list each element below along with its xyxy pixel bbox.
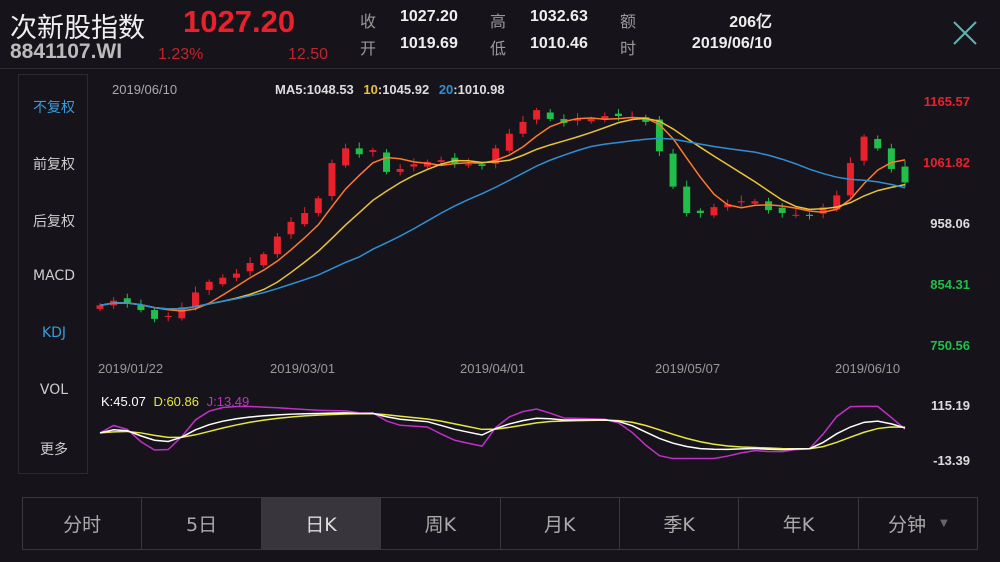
ma10-label: 10: [363, 82, 377, 97]
candle-body: [273, 236, 281, 255]
candle-body: [151, 310, 159, 319]
candle-body: [260, 254, 268, 266]
candle-body: [778, 207, 786, 214]
candle-body: [219, 277, 227, 285]
date-tick: 2019/03/01: [270, 361, 335, 376]
period-tabs: 分时 5日 日K 周K 月K 季K 年K 分钟 ▼: [22, 497, 978, 550]
candle-body: [751, 201, 759, 204]
candle-body: [437, 160, 445, 162]
candle-body: [505, 133, 513, 151]
candle-body: [355, 148, 363, 155]
ma5-label: MA5: [275, 82, 302, 97]
chevron-down-icon: ▼: [939, 518, 948, 529]
date-tick: 2019/05/07: [655, 361, 720, 376]
candle-body: [314, 198, 322, 214]
kdj-tick-low: -13.39: [933, 453, 970, 468]
candle-body: [396, 168, 404, 172]
candle-body: [860, 136, 868, 161]
ma10-value: :1045.92: [378, 82, 429, 97]
tab-intraday[interactable]: 分时: [23, 498, 143, 549]
price-tick: 958.06: [930, 216, 970, 231]
candle-body: [232, 273, 240, 278]
candle-body: [546, 112, 554, 119]
cursor-date: 2019/06/10: [112, 82, 177, 97]
tab-label: 年K: [782, 514, 815, 536]
candle-body: [887, 148, 895, 169]
tab-monthly-k[interactable]: 月K: [501, 498, 620, 549]
ma5-value: :1048.53: [302, 82, 353, 97]
tab-label: 分钟: [887, 514, 926, 536]
price-tick: 854.31: [930, 277, 970, 292]
j-line: [99, 405, 906, 460]
candle-body: [901, 166, 909, 183]
date-tick: 2019/06/10: [835, 361, 900, 376]
candle-body: [137, 305, 145, 311]
candle-body: [287, 221, 295, 235]
candle-body: [710, 207, 718, 216]
ma-legend: MA5:1048.53 10:1045.92 20:1010.98: [275, 82, 505, 97]
ma20-value: :1010.98: [453, 82, 504, 97]
ma20-label: 20: [439, 82, 453, 97]
candle-body: [205, 281, 213, 291]
candle-body: [328, 163, 336, 196]
tab-label: 月K: [543, 514, 576, 536]
d-line: [99, 412, 906, 450]
candle-body: [874, 138, 882, 149]
candle-body: [369, 150, 377, 152]
candle-body: [683, 186, 691, 214]
candle-body: [669, 153, 677, 187]
tab-label: 周K: [424, 514, 457, 536]
price-tick: 1165.57: [924, 94, 970, 109]
candle-body: [96, 305, 104, 309]
tab-minute[interactable]: 分钟 ▼: [859, 498, 977, 549]
candle-body: [383, 152, 391, 172]
tab-label: 5日: [186, 514, 218, 536]
tab-yearly-k[interactable]: 年K: [739, 498, 859, 549]
tab-label: 日K: [305, 514, 337, 536]
candle-body: [342, 148, 350, 166]
candle-body: [614, 113, 622, 117]
candle-body: [246, 263, 254, 272]
tab-label: 分时: [63, 514, 102, 536]
candle-body: [478, 164, 486, 167]
price-tick: 1061.82: [923, 155, 970, 170]
price-tick: 750.56: [930, 338, 970, 353]
candle-body: [696, 210, 704, 214]
kline-chart[interactable]: 2019/06/10 MA5:1048.53 10:1045.92 20:101…: [0, 0, 1000, 490]
candle-body: [410, 164, 418, 167]
candle-body: [192, 292, 200, 308]
tab-label: 季K: [663, 514, 695, 536]
candle-body: [464, 164, 472, 166]
tab-daily-k[interactable]: 日K: [261, 498, 382, 549]
tab-quarterly-k[interactable]: 季K: [620, 498, 740, 549]
date-tick: 2019/01/22: [98, 361, 163, 376]
k-value: K:45.07: [101, 394, 146, 409]
candle-body: [587, 118, 595, 122]
candle-body: [805, 214, 813, 216]
date-tick: 2019/04/01: [460, 361, 525, 376]
candle-body: [164, 315, 172, 317]
candle-body: [301, 213, 309, 225]
candle-body: [792, 214, 800, 216]
k-line: [99, 412, 906, 451]
candle-body: [519, 121, 527, 134]
tab-5day[interactable]: 5日: [142, 498, 262, 549]
d-value: D:60.86: [153, 394, 199, 409]
tab-weekly-k[interactable]: 周K: [381, 498, 501, 549]
kdj-tick-high: 115.19: [931, 398, 970, 413]
candle-body: [737, 201, 745, 203]
candle-body: [533, 110, 541, 120]
